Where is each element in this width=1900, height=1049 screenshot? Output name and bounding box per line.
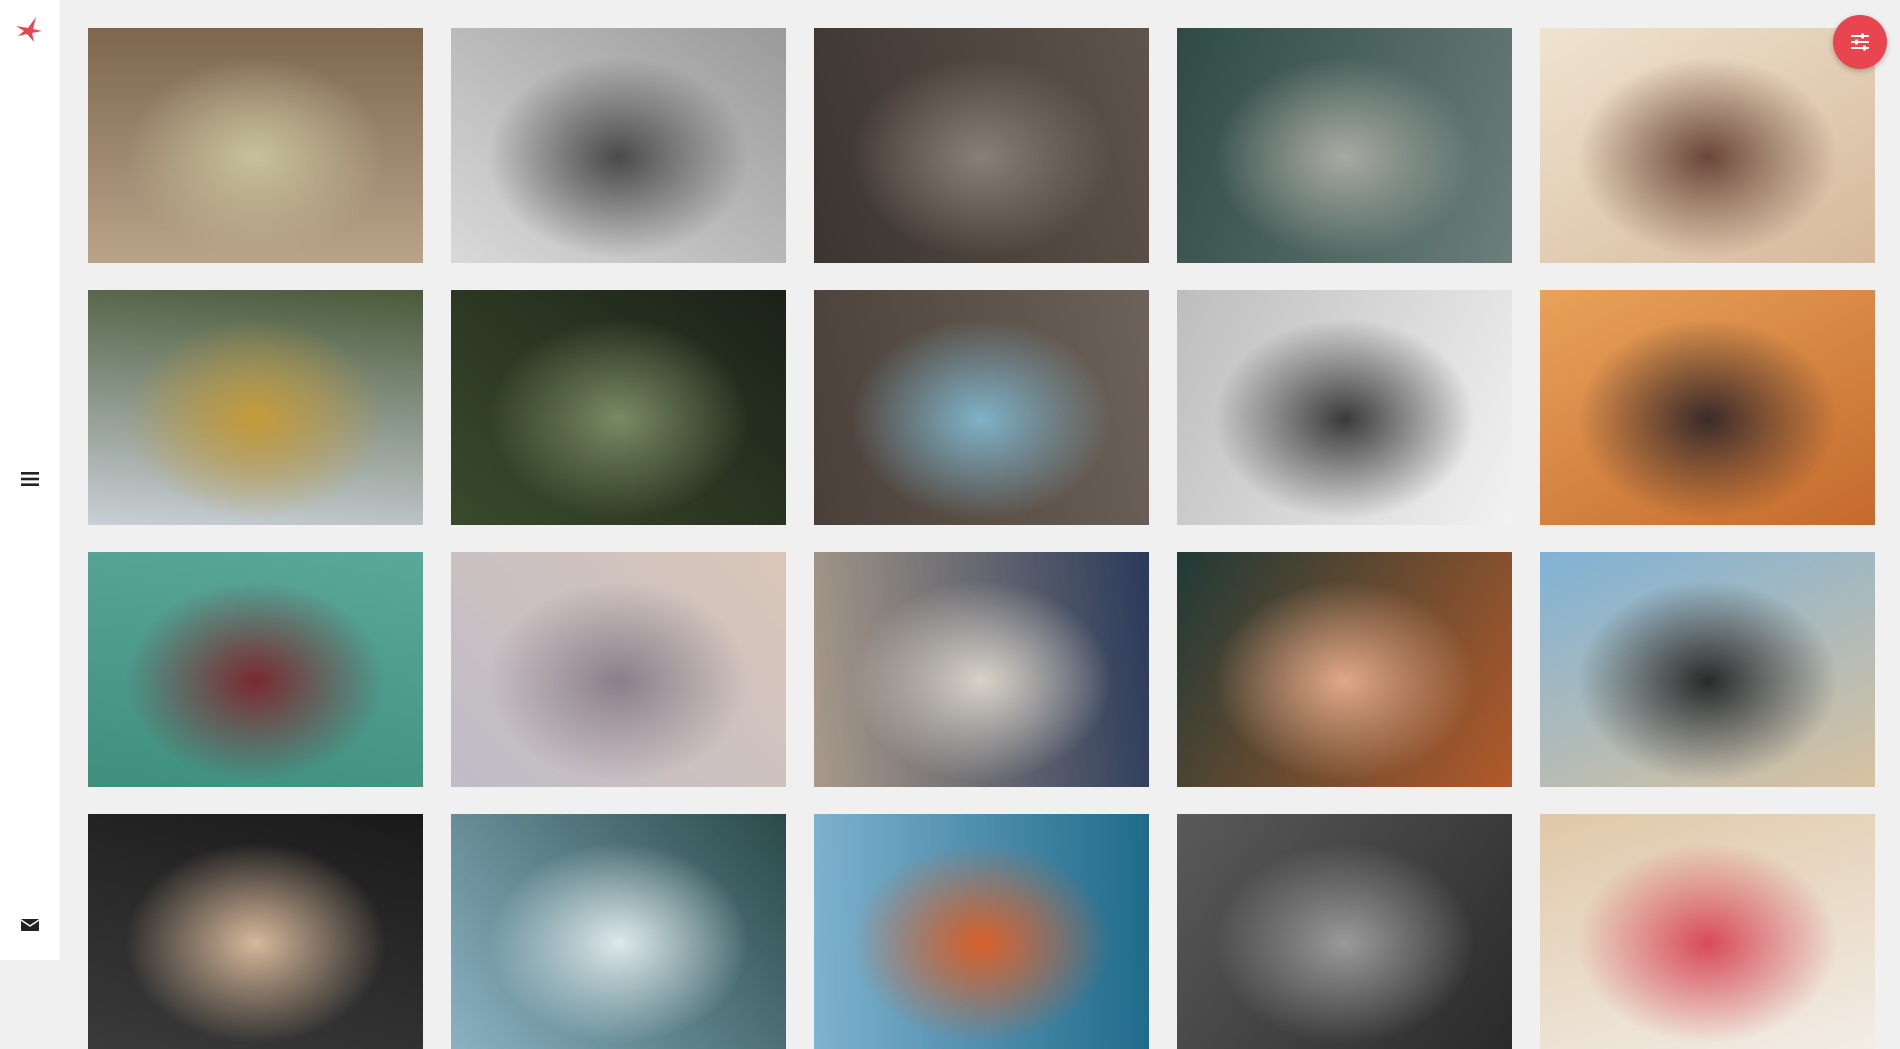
gallery-photo-woman-floating-in-water[interactable] [88,552,423,787]
photo-image [1177,28,1512,263]
envelope-icon[interactable] [20,917,40,933]
gallery-photo-underwater-reflection[interactable] [814,814,1149,1049]
photo-image [88,552,423,787]
photo-image [88,290,423,525]
sidebar [0,0,60,960]
gallery-photo-sunglasses-in-sand[interactable] [1540,552,1875,787]
gallery-photo-woman-on-rock-by-water[interactable] [1177,28,1512,263]
photo-image [451,28,786,263]
photo-image [451,552,786,787]
bird-logo-icon[interactable] [14,14,44,44]
photo-image [88,814,423,1049]
hamburger-menu-icon[interactable] [20,469,40,489]
photo-image [451,290,786,525]
photo-image [1540,814,1875,1049]
gallery-photo-woman-sitting-pastel[interactable] [451,552,786,787]
gallery-photo-woman-in-dark-forest[interactable] [451,290,786,525]
gallery-photo-waterfall-swimmer[interactable] [451,814,786,1049]
gallery-photo-face-with-hair-bw[interactable] [451,28,786,263]
photo-image [1540,290,1875,525]
gallery-photo-woman-on-rocks[interactable] [814,290,1149,525]
gallery-photo-woman-in-surf[interactable] [88,290,423,525]
photo-image [814,814,1149,1049]
gallery-photo-woman-portrait-bw[interactable] [1177,290,1512,525]
gallery-photo-woman-in-bathtub[interactable] [1540,28,1875,263]
photo-image [814,552,1149,787]
gallery-photo-woman-with-hat-in-grass[interactable] [1540,290,1875,525]
photo-image [1177,552,1512,787]
gallery-photo-lions-on-dirt-road[interactable] [88,28,423,263]
gallery-photo-woman-on-beach[interactable] [814,552,1149,787]
photo-image [1177,290,1512,525]
filter-button[interactable] [1833,15,1887,69]
photo-image [814,290,1149,525]
photo-image [88,28,423,263]
photo-image [1540,28,1875,263]
sliders-icon [1851,33,1869,51]
photo-image [451,814,786,1049]
gallery-photo-red-haired-woman-portrait[interactable] [1177,552,1512,787]
photo-gallery [88,28,1875,1049]
gallery-photo-couple-with-sunglasses[interactable] [88,814,423,1049]
photo-image [1177,814,1512,1049]
photo-image [814,28,1149,263]
photo-image [1540,552,1875,787]
gallery-photo-friends-with-hats[interactable] [1540,814,1875,1049]
gallery-photo-group-on-bench[interactable] [814,28,1149,263]
gallery-photo-bicycle-bw[interactable] [1177,814,1512,1049]
